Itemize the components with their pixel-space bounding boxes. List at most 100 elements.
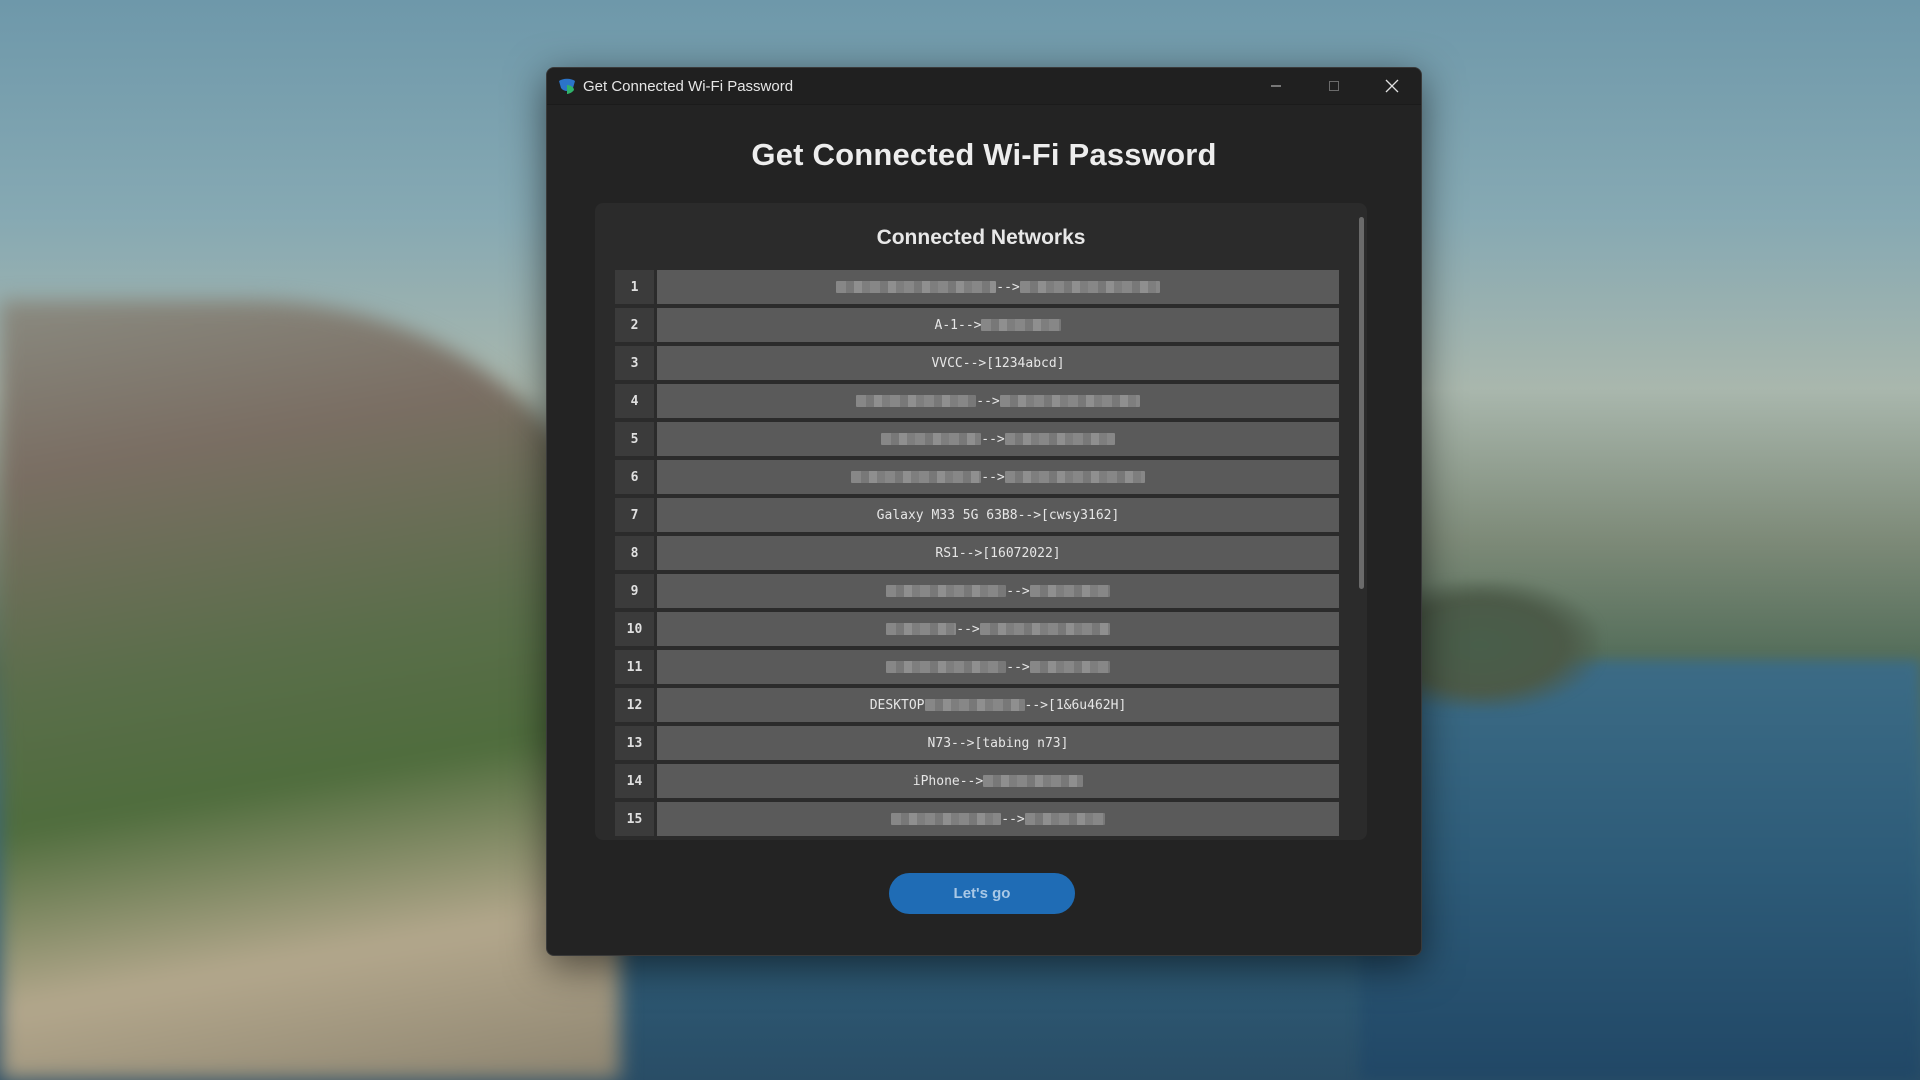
arrow-separator: --> <box>996 279 1020 295</box>
wallpaper-islet <box>1400 580 1600 710</box>
wallpaper-hillside <box>0 300 620 1080</box>
network-ssid: iPhone <box>912 773 960 789</box>
network-ssid: VVCC <box>931 355 963 371</box>
arrow-separator: --> <box>958 545 983 561</box>
row-number: 7 <box>615 498 654 532</box>
panel-title: Connected Networks <box>876 226 1086 249</box>
redacted-ssid <box>836 281 997 293</box>
redacted-ssid <box>886 585 1007 597</box>
wallpaper-sea <box>1360 660 1920 1080</box>
redacted-ssid <box>891 813 1002 825</box>
row-number: 12 <box>615 688 654 722</box>
network-entry: VVCC --> [1234abcd] <box>657 346 1339 380</box>
arrow-separator: --> <box>1017 507 1042 523</box>
redacted-password <box>1019 281 1160 293</box>
arrow-separator: --> <box>959 773 984 789</box>
network-entry: N73 --> [tabing n73] <box>657 726 1339 760</box>
redacted-password <box>1029 585 1110 597</box>
network-entry: --> <box>657 574 1339 608</box>
network-password: [1&6u462H] <box>1048 697 1127 713</box>
network-password: [tabing n73] <box>974 735 1069 751</box>
network-entry: DESKTOP --> [1&6u462H] <box>657 688 1339 722</box>
network-entry: --> <box>657 802 1339 836</box>
redacted-password <box>999 395 1140 407</box>
row-number: 2 <box>615 308 654 342</box>
network-ssid: Galaxy M33 5G 63B8 <box>876 507 1018 523</box>
network-row: 10 --> <box>615 612 1339 646</box>
maximize-button[interactable] <box>1305 68 1363 104</box>
network-entry: A-1 --> <box>657 308 1339 342</box>
redacted-password <box>1029 661 1110 673</box>
close-button[interactable] <box>1363 68 1421 104</box>
page-title: Get Connected Wi-Fi Password <box>751 137 1217 172</box>
row-number: 8 <box>615 536 654 570</box>
minimize-button[interactable] <box>1247 68 1305 104</box>
arrow-separator: --> <box>958 317 982 333</box>
network-row: 4 --> <box>615 384 1339 418</box>
network-row: 7 Galaxy M33 5G 63B8 --> [cwsy3162] <box>615 498 1339 532</box>
redacted-password <box>1024 813 1105 825</box>
redacted-ssid <box>886 623 957 635</box>
row-number: 4 <box>615 384 654 418</box>
redacted-ssid <box>924 699 1025 711</box>
network-row: 15 --> <box>615 802 1339 836</box>
network-row: 8 RS1 --> [16072022] <box>615 536 1339 570</box>
lets-go-button[interactable]: Let's go <box>889 873 1075 914</box>
title-bar[interactable]: Get Connected Wi-Fi Password <box>547 68 1421 105</box>
networks-panel[interactable]: Connected Networks 1 --> 2 A-1 --> 3 VVCC … <box>595 203 1367 840</box>
network-ssid: A-1 <box>934 317 958 333</box>
network-row: 9 --> <box>615 574 1339 608</box>
row-number: 13 <box>615 726 654 760</box>
close-icon <box>1385 79 1399 93</box>
redacted-password <box>979 623 1110 635</box>
window-title: Get Connected Wi-Fi Password <box>583 77 794 95</box>
redacted-password <box>1004 471 1145 483</box>
network-entry: iPhone --> <box>657 764 1339 798</box>
network-entry: Galaxy M33 5G 63B8 --> [cwsy3162] <box>657 498 1339 532</box>
maximize-icon <box>1329 81 1339 91</box>
arrow-separator: --> <box>981 431 1005 447</box>
network-entry: --> <box>657 270 1339 304</box>
redacted-ssid <box>881 433 982 445</box>
network-ssid: DESKTOP <box>869 697 925 713</box>
arrow-separator: --> <box>1001 811 1025 827</box>
arrow-separator: --> <box>956 621 980 637</box>
redacted-ssid <box>851 471 982 483</box>
row-number: 10 <box>615 612 654 646</box>
arrow-separator: --> <box>962 355 987 371</box>
network-row: 13 N73 --> [tabing n73] <box>615 726 1339 760</box>
network-password: [1234abcd] <box>986 355 1065 371</box>
minimize-icon <box>1271 85 1281 87</box>
row-number: 9 <box>615 574 654 608</box>
network-entry: --> <box>657 612 1339 646</box>
row-number: 14 <box>615 764 654 798</box>
network-entry: --> <box>657 384 1339 418</box>
redacted-ssid <box>856 395 977 407</box>
redacted-ssid <box>886 661 1007 673</box>
app-window: Get Connected Wi-Fi Password Get Connect… <box>546 67 1422 956</box>
redacted-password <box>983 775 1084 787</box>
network-entry: RS1 --> [16072022] <box>657 536 1339 570</box>
arrow-separator: --> <box>976 393 1000 409</box>
networks-list: 1 --> 2 A-1 --> 3 VVCC --> [1234abcd] 4 -->… <box>615 270 1339 840</box>
shield-icon <box>557 76 577 96</box>
network-row: 14 iPhone --> <box>615 764 1339 798</box>
arrow-separator: --> <box>981 469 1005 485</box>
row-number: 1 <box>615 270 654 304</box>
network-row: 3 VVCC --> [1234abcd] <box>615 346 1339 380</box>
arrow-separator: --> <box>1006 583 1030 599</box>
network-row: 5 --> <box>615 422 1339 456</box>
row-number: 5 <box>615 422 654 456</box>
redacted-password <box>1004 433 1115 445</box>
scrollbar-thumb[interactable] <box>1359 217 1364 589</box>
network-row: 1 --> <box>615 270 1339 304</box>
arrow-separator: --> <box>1006 659 1030 675</box>
arrow-separator: --> <box>951 735 975 751</box>
network-ssid: N73 <box>927 735 952 751</box>
network-row: 12 DESKTOP --> [1&6u462H] <box>615 688 1339 722</box>
network-password: [cwsy3162] <box>1041 507 1120 523</box>
row-number: 6 <box>615 460 654 494</box>
network-entry: --> <box>657 650 1339 684</box>
network-entry: --> <box>657 422 1339 456</box>
network-row: 6 --> <box>615 460 1339 494</box>
